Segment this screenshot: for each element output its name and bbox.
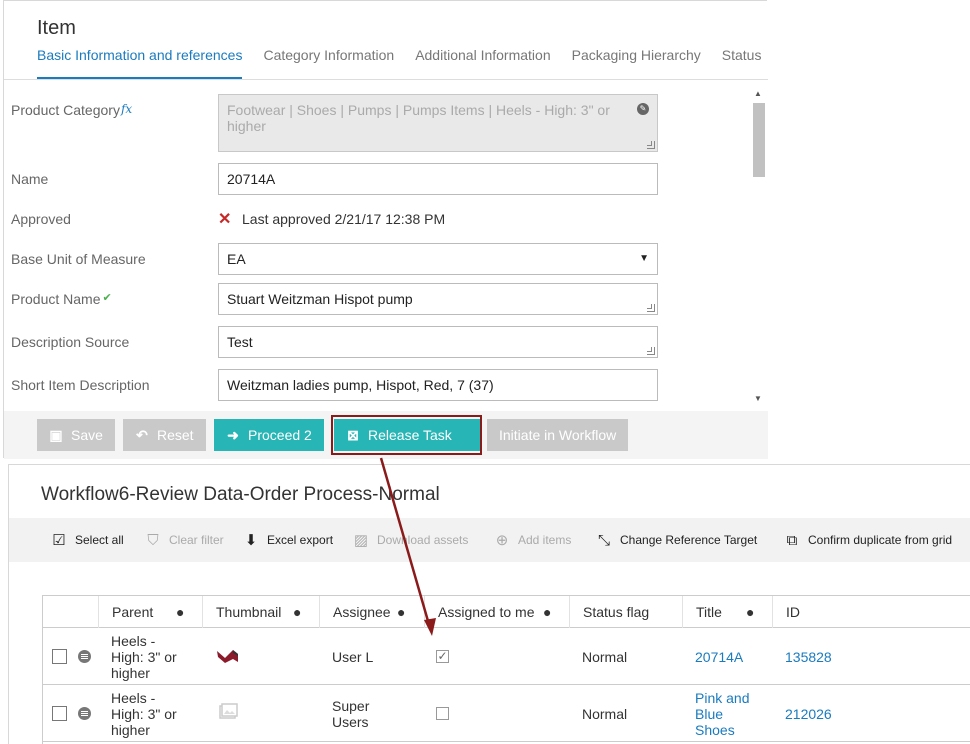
- save-button[interactable]: ▣ Save: [37, 419, 115, 451]
- row-select-checkbox[interactable]: [52, 649, 67, 664]
- download-assets-button[interactable]: ▨ Download assets: [351, 518, 468, 562]
- images-icon: ▨: [353, 531, 369, 549]
- approved-label: Approved: [11, 211, 71, 227]
- scroll-up-icon[interactable]: ▲: [754, 89, 762, 98]
- row-menu-icon[interactable]: [78, 650, 91, 663]
- add-box-icon: ⊕: [495, 531, 509, 549]
- item-action-toolbar: ▣ Save ↶ Reset ➜ Proceed 2 ⊠ Release Task In…: [4, 411, 768, 459]
- shoe-thumbnail[interactable]: [216, 646, 240, 666]
- status-flag-cell: Normal: [582, 706, 628, 722]
- id-link[interactable]: 212026: [785, 706, 832, 722]
- grid-header: Parent ● Thumbnail ● Assignee ● Assigned to…: [43, 596, 970, 628]
- column-header-status-flag[interactable]: Status flag: [569, 596, 682, 628]
- select-all-button[interactable]: ☑ Select all: [49, 518, 123, 562]
- workflow-panel: Workflow6-Review Data-Order Process-Norm…: [8, 464, 970, 744]
- product-category-field[interactable]: Footwear | Shoes | Pumps | Pumps Items |…: [218, 94, 658, 152]
- resize-grip-icon[interactable]: [647, 141, 655, 149]
- checkbox-icon: ☑: [52, 531, 66, 549]
- form-scrollbar[interactable]: ▲ ▼: [751, 87, 765, 405]
- title-link[interactable]: 20714A: [695, 649, 743, 665]
- resize-grip-icon[interactable]: [647, 304, 655, 312]
- short-item-description-field[interactable]: Weitzman ladies pump, Hispot, Red, 7 (37…: [218, 369, 658, 401]
- workflow-title: Workflow6-Review Data-Order Process-Norm…: [41, 484, 440, 505]
- name-field[interactable]: 20714A: [218, 163, 658, 195]
- base-uom-select[interactable]: EA ▼: [218, 243, 658, 275]
- assigned-to-me-unchecked: [436, 707, 449, 720]
- duplicate-icon: ⧉: [786, 531, 798, 549]
- row-select-checkbox[interactable]: [52, 706, 67, 721]
- item-form: Product Categoryfx Footwear | Shoes | Pu…: [4, 85, 768, 405]
- parent-cell: Heels - High: 3" or higher: [111, 633, 177, 681]
- column-header-assignee[interactable]: Assignee ●: [319, 596, 424, 628]
- status-flag-cell: Normal: [582, 649, 628, 665]
- tab-packaging-hierarchy[interactable]: Packaging Hierarchy: [572, 47, 701, 79]
- column-menu-icon[interactable]: ●: [397, 596, 405, 628]
- workflow-grid: Parent ● Thumbnail ● Assignee ● Assigned to…: [42, 595, 970, 744]
- assignee-cell: Super Users: [332, 698, 370, 730]
- tab-status[interactable]: Status: [722, 47, 762, 79]
- assigned-to-me-checked: ✓: [436, 649, 449, 663]
- reset-button[interactable]: ↶ Reset: [123, 419, 206, 451]
- scrollbar-thumb[interactable]: [753, 103, 765, 177]
- tab-additional-information[interactable]: Additional Information: [415, 47, 550, 79]
- approved-status: Last approved 2/21/17 12:38 PM: [242, 211, 446, 227]
- fx-icon[interactable]: fx: [121, 102, 132, 116]
- excel-export-button[interactable]: ⬇ Excel export: [241, 518, 333, 562]
- undo-icon: ↶: [136, 427, 148, 443]
- clear-filter-button[interactable]: ⛉ Clear filter: [143, 518, 223, 562]
- edit-icon[interactable]: ✎: [637, 103, 649, 115]
- column-menu-icon[interactable]: ●: [293, 596, 301, 628]
- column-header-assigned-to-me[interactable]: Assigned to me ●: [424, 596, 569, 628]
- confirm-duplicate-button[interactable]: ⧉ Confirm duplicate from grid: [782, 518, 952, 562]
- description-source-field[interactable]: Test: [218, 326, 658, 358]
- link-icon: ⤡: [597, 531, 610, 549]
- assignee-cell: User L: [332, 649, 374, 665]
- checkmark-icon: ✔: [102, 292, 112, 304]
- column-header-parent[interactable]: Parent ●: [98, 596, 202, 628]
- tab-category-information[interactable]: Category Information: [263, 47, 394, 79]
- scroll-down-icon[interactable]: ▼: [754, 394, 762, 403]
- floppy-disk-icon: ▣: [49, 427, 63, 443]
- table-row[interactable]: Heels - High: 3" or higher Super Users N…: [43, 685, 970, 742]
- product-category-label: Product Categoryfx: [11, 102, 133, 118]
- row-menu-icon[interactable]: [78, 707, 91, 720]
- workflow-toolbar: ☑ Select all ⛉ Clear filter ⬇ Excel export …: [9, 518, 970, 562]
- item-panel: Item Basic Information and references Cat…: [3, 0, 768, 459]
- add-items-button[interactable]: ⊕ Add items: [492, 518, 572, 562]
- image-placeholder-icon[interactable]: [218, 703, 238, 721]
- item-tabs: Basic Information and references Category…: [37, 47, 768, 79]
- tabs-divider: [4, 79, 768, 80]
- download-icon: ⬇: [244, 531, 258, 549]
- id-link[interactable]: 135828: [785, 649, 832, 665]
- column-menu-icon[interactable]: ●: [746, 596, 754, 628]
- table-row[interactable]: Heels - High: 3" or higher User L ✓ Norm…: [43, 628, 970, 685]
- column-header-id[interactable]: ID: [772, 596, 970, 628]
- column-header-thumbnail[interactable]: Thumbnail ●: [202, 596, 319, 628]
- base-uom-label: Base Unit of Measure: [11, 251, 146, 267]
- short-item-description-label: Short Item Description: [11, 377, 150, 393]
- tab-basic-information[interactable]: Basic Information and references: [37, 47, 243, 79]
- change-reference-target-button[interactable]: ⤡ Change Reference Target: [594, 518, 757, 562]
- resize-grip-icon[interactable]: [647, 347, 655, 355]
- dropdown-arrow-icon[interactable]: ▼: [639, 244, 649, 274]
- arrow-right-icon: ➜: [227, 427, 239, 443]
- title-link[interactable]: Pink and Blue Shoes: [695, 690, 765, 738]
- parent-cell: Heels - High: 3" or higher: [111, 690, 177, 738]
- release-task-highlight: [331, 415, 482, 455]
- name-label: Name: [11, 171, 49, 187]
- product-name-label: Product Name ✔: [11, 291, 112, 307]
- column-header-title[interactable]: Title ●: [682, 596, 772, 628]
- page-title: Item: [37, 17, 76, 39]
- proceed-button[interactable]: ➜ Proceed 2: [214, 419, 324, 451]
- column-menu-icon[interactable]: ●: [176, 596, 184, 628]
- filter-icon: ⛉: [147, 531, 159, 549]
- description-source-label: Description Source: [11, 334, 130, 350]
- not-approved-icon: ✕: [218, 211, 232, 228]
- product-name-field[interactable]: Stuart Weitzman Hispot pump: [218, 283, 658, 315]
- initiate-in-workflow-button[interactable]: Initiate in Workflow: [487, 419, 629, 451]
- column-menu-icon[interactable]: ●: [543, 596, 551, 628]
